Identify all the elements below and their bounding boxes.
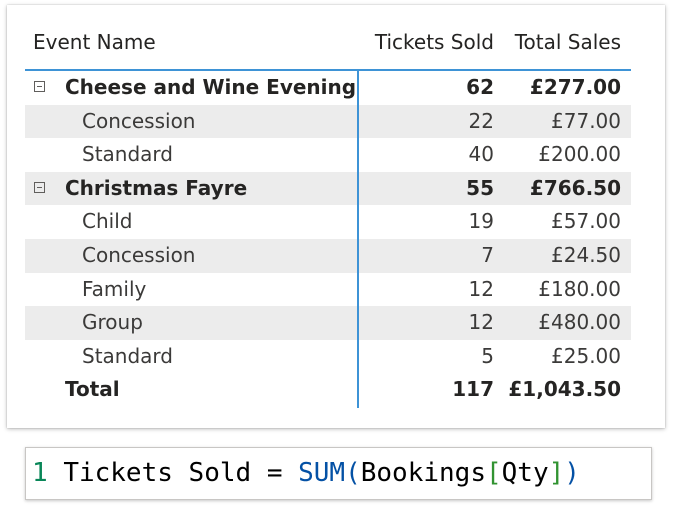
row-label: Concession — [82, 242, 196, 267]
collapse-icon[interactable] — [34, 81, 45, 92]
row-label: Standard — [82, 343, 173, 368]
column-header-tickets-sold[interactable]: Tickets Sold — [375, 30, 494, 54]
matrix-row-group: Cheese and Wine Evening 62 £277.00 — [25, 71, 631, 105]
matrix-table: Event Name Tickets Sold Total Sales Chee… — [25, 23, 631, 408]
sales-value: £480.00 — [538, 310, 621, 335]
tickets-value: 12 — [468, 310, 494, 335]
matrix-header-row: Event Name Tickets Sold Total Sales — [25, 23, 631, 71]
close-bracket: ] — [548, 458, 565, 488]
sales-value: £57.00 — [551, 209, 621, 234]
tickets-value: 55 — [466, 175, 494, 200]
column-name: Qty — [501, 458, 549, 488]
column-header-total-sales[interactable]: Total Sales — [515, 30, 621, 54]
sales-value: £77.00 — [551, 108, 621, 133]
row-header-divider — [357, 71, 359, 408]
total-label: Total — [65, 377, 120, 402]
measure-name: Tickets Sold — [63, 458, 252, 488]
tickets-value: 12 — [468, 276, 494, 301]
sales-value: £180.00 — [538, 276, 621, 301]
sales-value: £766.50 — [529, 175, 621, 200]
matrix-body: Cheese and Wine Evening 62 £277.00 Conce… — [25, 71, 631, 407]
open-paren: ( — [345, 458, 361, 488]
sales-value: £200.00 — [538, 142, 621, 167]
sales-value: £24.50 — [551, 242, 621, 267]
sales-value: £25.00 — [551, 343, 621, 368]
tickets-value: 22 — [468, 108, 494, 133]
row-label: Family — [82, 276, 147, 301]
row-label: Standard — [82, 142, 173, 167]
tickets-value: 19 — [468, 209, 494, 234]
matrix-row: Child 19 £57.00 — [25, 205, 631, 239]
open-bracket: [ — [485, 458, 502, 488]
matrix-row: Concession 7 £24.50 — [25, 238, 631, 273]
close-paren: ) — [564, 458, 580, 488]
matrix-visual: Event Name Tickets Sold Total Sales Chee… — [7, 5, 665, 428]
tickets-value: 40 — [468, 142, 494, 167]
total-sales-value: £1,043.50 — [508, 377, 621, 402]
tickets-value: 62 — [466, 75, 494, 99]
tickets-value: 5 — [481, 343, 494, 368]
total-tickets-value: 117 — [452, 377, 494, 402]
row-label: Cheese and Wine Evening — [65, 75, 357, 99]
matrix-row-group: Christmas Fayre 55 £766.50 — [25, 171, 631, 206]
matrix-row: Concession 22 £77.00 — [25, 104, 631, 139]
function-name: SUM — [298, 458, 346, 488]
matrix-row: Group 12 £480.00 — [25, 306, 631, 340]
formula-line[interactable]: 1 Tickets Sold = SUM(Bookings[Qty]) — [32, 458, 580, 488]
row-label: Group — [82, 310, 143, 335]
column-header-event-name[interactable]: Event Name — [33, 30, 156, 54]
matrix-row: Standard 40 £200.00 — [25, 138, 631, 172]
equals-sign: = — [266, 458, 283, 488]
matrix-row: Family 12 £180.00 — [25, 273, 631, 307]
line-number: 1 — [32, 458, 48, 488]
row-label: Christmas Fayre — [65, 175, 248, 200]
row-label: Concession — [82, 108, 196, 133]
collapse-icon[interactable] — [34, 181, 45, 193]
table-name: Bookings — [360, 458, 486, 488]
tickets-value: 7 — [481, 242, 494, 267]
sales-value: £277.00 — [529, 75, 621, 99]
row-label: Child — [82, 209, 133, 234]
matrix-row: Standard 5 £25.00 — [25, 340, 631, 374]
dax-formula-editor[interactable]: 1 Tickets Sold = SUM(Bookings[Qty]) — [25, 447, 652, 500]
matrix-total-row: Total 117 £1,043.50 — [25, 373, 631, 407]
